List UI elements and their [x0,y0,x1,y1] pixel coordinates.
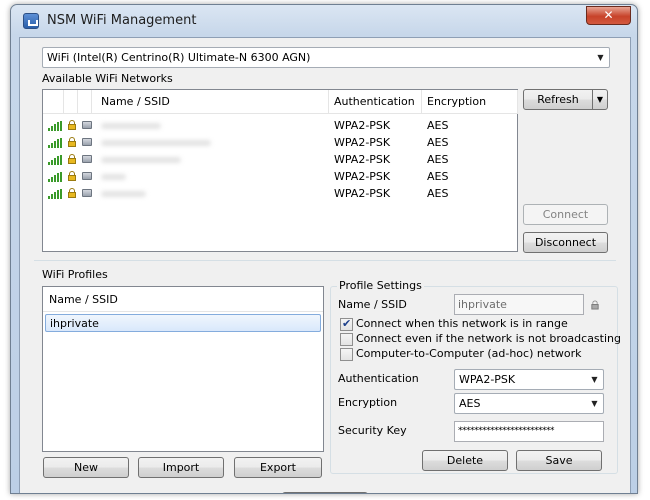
import-button[interactable]: Import [138,457,224,478]
section-divider [34,260,616,261]
chevron-down-icon: ▼ [591,399,598,408]
network-row[interactable]: WPA2-PSK AES [43,168,517,185]
lock-icon [68,171,76,181]
networks-table-header: Name / SSID Authentication Encryption [43,90,518,114]
networks-table[interactable]: Name / SSID Authentication Encryption WP… [42,89,518,252]
network-row[interactable]: WPA2-PSK AES [43,185,517,202]
export-button[interactable]: Export [234,457,322,478]
network-ssid-redacted [101,174,126,180]
connect-button[interactable]: Connect [523,204,608,225]
authentication-value: WPA2-PSK [459,373,516,386]
disconnect-button[interactable]: Disconnect [523,232,608,253]
adhoc-label: Computer-to-Computer (ad-hoc) network [356,347,582,360]
network-ssid-redacted [101,157,181,163]
adapter-icon [82,121,92,129]
network-auth: WPA2-PSK [334,119,391,132]
signal-strength-icon [48,138,62,148]
delete-button[interactable]: Delete [422,450,508,471]
network-ssid-redacted [101,123,161,129]
not-broadcasting-label: Connect even if the network is not broad… [356,332,621,345]
network-auth: WPA2-PSK [334,136,391,149]
auto-connect-label: Connect when this network is in range [356,317,568,330]
security-key-label: Security Key [338,424,407,437]
window-title: NSM WiFi Management [47,13,197,28]
profile-item-label: ihprivate [50,317,99,330]
column-name-ssid[interactable]: Name / SSID [101,95,170,108]
network-auth: WPA2-PSK [334,153,391,166]
chevron-down-icon: ▼ [597,53,604,62]
app-window: NSM WiFi Management ✕ WiFi (Intel(R) Cen… [10,4,638,494]
adhoc-checkbox[interactable] [340,348,353,361]
column-authentication[interactable]: Authentication [334,95,415,108]
adapter-select-value: WiFi (Intel(R) Centrino(R) Ultimate-N 63… [47,51,311,64]
save-button[interactable]: Save [516,450,602,471]
name-ssid-field[interactable]: ihprivate [454,294,584,315]
network-enc: AES [427,170,449,183]
refresh-button[interactable]: Refresh [523,89,593,110]
wifi-profiles-label: WiFi Profiles [42,268,108,281]
network-ssid-redacted [101,140,211,146]
column-encryption[interactable]: Encryption [427,95,486,108]
encryption-label: Encryption [338,396,398,409]
network-row[interactable]: WPA2-PSK AES [43,151,517,168]
chevron-down-icon: ▼ [596,95,604,104]
chevron-down-icon: ▼ [591,375,598,384]
lock-icon [68,188,76,198]
dialog-bottom-button[interactable] [282,492,368,493]
security-key-field[interactable]: ************************ [454,421,604,442]
authentication-label: Authentication [338,372,419,385]
encryption-value: AES [459,397,481,410]
network-auth: WPA2-PSK [334,187,391,200]
new-profile-button[interactable]: New [43,457,129,478]
adapter-select[interactable]: WiFi (Intel(R) Centrino(R) Ultimate-N 63… [42,47,610,68]
signal-strength-icon [48,155,62,165]
profile-settings-label: Profile Settings [337,279,424,292]
signal-strength-icon [48,189,62,199]
signal-strength-icon [48,172,62,182]
network-enc: AES [427,136,449,149]
column-profile-name[interactable]: Name / SSID [49,293,118,306]
auto-connect-checkbox[interactable] [340,317,353,331]
network-ssid-redacted [101,191,146,197]
signal-strength-icon [48,121,62,131]
refresh-options-button[interactable]: ▼ [592,89,608,110]
network-enc: AES [427,153,449,166]
network-enc: AES [427,119,449,132]
profile-item[interactable]: ihprivate [45,314,321,332]
adapter-icon [82,189,92,197]
client-area: WiFi (Intel(R) Centrino(R) Ultimate-N 63… [19,37,631,493]
authentication-select[interactable]: WPA2-PSK ▼ [454,369,604,390]
profiles-list[interactable]: Name / SSID ihprivate [42,286,324,452]
adapter-icon [82,155,92,163]
encryption-select[interactable]: AES ▼ [454,393,604,414]
lock-icon [68,154,76,164]
network-row[interactable]: WPA2-PSK AES [43,117,517,134]
profiles-list-header: Name / SSID [43,287,323,312]
adapter-icon [82,138,92,146]
network-row[interactable]: WPA2-PSK AES [43,134,517,151]
adapter-icon [82,172,92,180]
app-icon [23,13,39,29]
name-ssid-label: Name / SSID [338,298,407,311]
close-button[interactable]: ✕ [586,6,631,25]
lock-icon [68,137,76,147]
lock-icon [591,300,599,310]
network-auth: WPA2-PSK [334,170,391,183]
lock-icon [68,120,76,130]
title-bar: NSM WiFi Management ✕ [11,5,637,37]
not-broadcasting-checkbox[interactable] [340,333,353,346]
available-networks-label: Available WiFi Networks [42,72,173,85]
network-enc: AES [427,187,449,200]
